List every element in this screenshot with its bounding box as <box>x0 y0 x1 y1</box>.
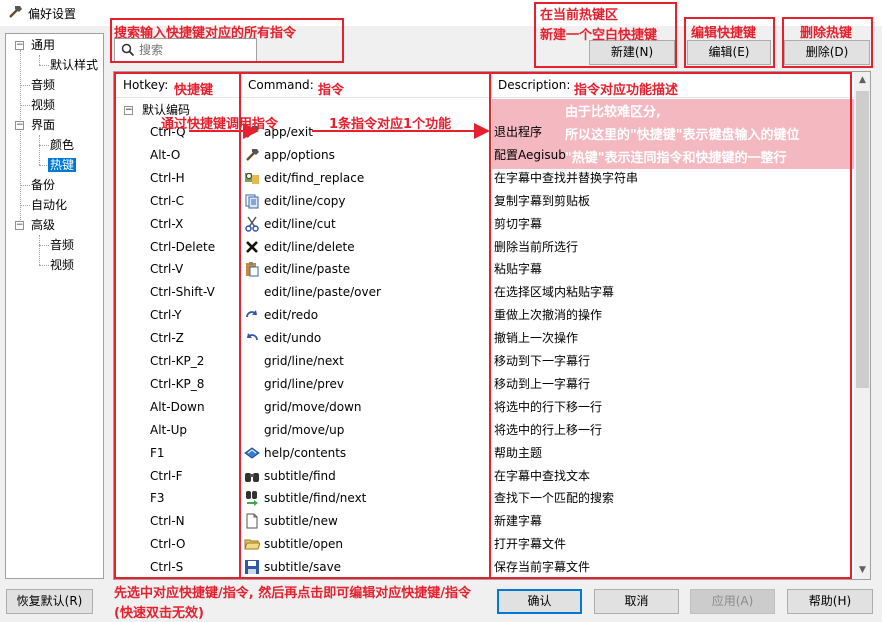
annotation-box-command-column <box>239 72 491 579</box>
annotation-mapping: 1条指令对应1个功能 <box>329 117 452 132</box>
collapse-toggle-icon[interactable]: − <box>15 121 24 130</box>
collapse-toggle-icon[interactable]: − <box>15 41 24 50</box>
collapse-toggle-icon[interactable]: − <box>15 221 24 230</box>
annotation-new-line2: 新建一个空白快捷键 <box>540 28 658 43</box>
app-hammer-icon <box>8 4 24 20</box>
annotation-explain-line1: 由于比较难区分, <box>565 105 661 120</box>
nav-item-advanced[interactable]: 高级 <box>31 215 55 235</box>
nav-item-colors[interactable]: 颜色 <box>50 135 74 155</box>
annotation-bottom-line2: (快速双击无效) <box>114 606 204 621</box>
nav-item-default-style[interactable]: 默认样式 <box>50 55 98 75</box>
restore-defaults-button[interactable]: 恢复默认(R) <box>6 589 93 614</box>
annotation-bottom-line1: 先选中对应快捷键/指令, 然后再点击即可编辑对应快捷键/指令 <box>114 586 471 601</box>
help-button[interactable]: 帮助(H) <box>787 589 873 614</box>
nav-item-advanced-video[interactable]: 视频 <box>50 255 74 275</box>
cancel-button[interactable]: 取消 <box>594 589 679 614</box>
annotation-edit: 编辑快捷键 <box>691 26 757 41</box>
ok-button[interactable]: 确认 <box>497 589 582 614</box>
scroll-down-icon[interactable]: ▼ <box>854 562 870 579</box>
annotation-delete: 删除热键 <box>800 26 853 41</box>
annotation-invoke: 通过快捷键调用指令 <box>161 117 279 132</box>
nav-item-video[interactable]: 视频 <box>31 95 55 115</box>
nav-item-interface[interactable]: 界面 <box>31 115 55 135</box>
annotation-hotkey: 快捷键 <box>174 83 214 98</box>
nav-item-general[interactable]: 通用 <box>31 35 55 55</box>
annotation-box-hotkey-column <box>114 72 241 579</box>
nav-item-automation[interactable]: 自动化 <box>31 195 67 215</box>
scroll-up-icon[interactable]: ▲ <box>854 72 870 89</box>
nav-item-hotkeys[interactable]: 热键 <box>48 155 77 175</box>
annotation-new-line1: 在当前热键区 <box>540 8 619 23</box>
annotation-explain-line2: 所以这里的"快捷键"表示键盘输入的键位 <box>565 128 800 143</box>
nav-item-backup[interactable]: 备份 <box>31 175 55 195</box>
settings-nav-tree: − 通用 默认样式 音频 视频 − 界面 颜色 热键 备份 自动化 − 高级 音… <box>5 33 104 579</box>
annotation-command: 指令 <box>318 83 345 98</box>
window-title: 偏好设置 <box>28 7 77 21</box>
scroll-thumb[interactable] <box>856 91 869 388</box>
vertical-scrollbar[interactable]: ▲ ▼ <box>854 72 870 579</box>
apply-button[interactable]: 应用(A) <box>690 589 775 614</box>
annotation-explain-line3: "热键"表示连同指令和快捷键的一整行 <box>565 151 787 166</box>
annotation-description: 指令对应功能描述 <box>574 83 679 98</box>
nav-item-advanced-audio[interactable]: 音频 <box>50 235 74 255</box>
nav-item-audio[interactable]: 音频 <box>31 75 55 95</box>
annotation-search: 搜索输入快捷键对应的所有指令 <box>114 26 297 41</box>
